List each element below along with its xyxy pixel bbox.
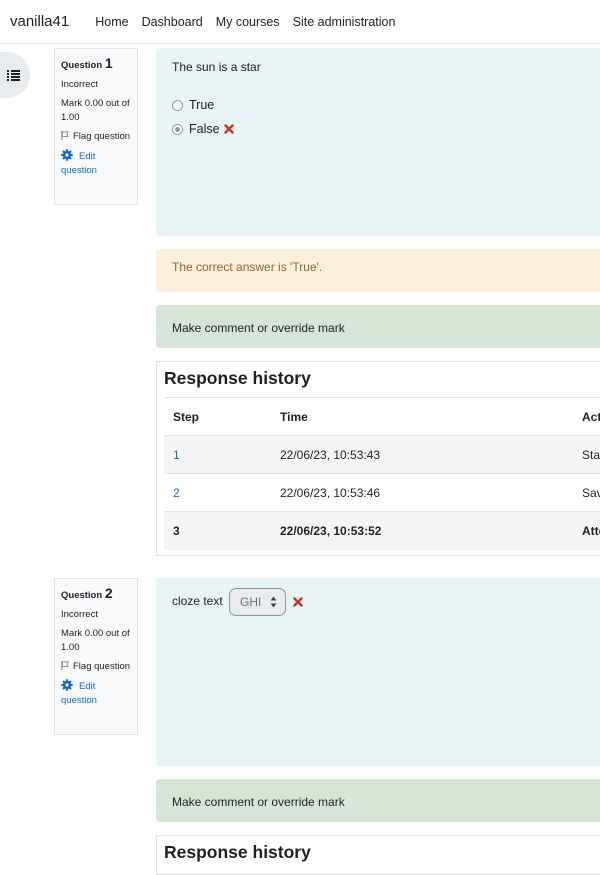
- nav-my-courses[interactable]: My courses: [216, 15, 280, 29]
- column-action: Act: [573, 397, 600, 436]
- nav-dashboard[interactable]: Dashboard: [142, 15, 203, 29]
- response-history-title: Response history: [164, 842, 311, 862]
- question-2-info: Question 2 Incorrect Mark 0.00 out of 1.…: [54, 578, 138, 735]
- question-mark: Mark 0.00 out of 1.00: [61, 628, 130, 653]
- response-history-title: Response history: [164, 368, 311, 388]
- answer-option-false[interactable]: False: [172, 122, 600, 136]
- step-link[interactable]: 2: [164, 473, 271, 512]
- top-navbar: vanilla41 Home Dashboard My courses Site…: [0, 0, 600, 44]
- gear-icon: [61, 149, 73, 161]
- question-2-comment-link[interactable]: Make comment or override mark: [156, 779, 600, 822]
- question-mark: Mark 0.00 out of 1.00: [61, 98, 130, 123]
- step-action: Sav: [573, 473, 600, 512]
- course-index-toggle[interactable]: [0, 52, 30, 98]
- step-2-link[interactable]: 2: [173, 486, 180, 500]
- response-history-table: Step Time Act 1 22/06/23, 10:53:43 Sta 2…: [164, 397, 600, 550]
- nav-home[interactable]: Home: [95, 15, 128, 29]
- cloze-answer-select[interactable]: GHI: [229, 588, 287, 616]
- gear-icon: [61, 679, 73, 691]
- flag-icon: [61, 131, 69, 140]
- radio-true[interactable]: [172, 99, 183, 111]
- question-state: Incorrect: [61, 79, 98, 90]
- table-row: 2 22/06/23, 10:53:46 Sav: [164, 473, 600, 512]
- edit-question-link[interactable]: Edit question: [61, 679, 131, 708]
- incorrect-cross-icon: [293, 597, 304, 607]
- radio-false[interactable]: [172, 123, 183, 135]
- step-time: 22/06/23, 10:53:52: [271, 511, 573, 550]
- question-1-formulation: The sun is a star True False: [156, 48, 600, 236]
- step-action: Sta: [573, 435, 600, 474]
- question-number: Question 1: [61, 55, 113, 71]
- question-1-info: Question 1 Incorrect Mark 0.00 out of 1.…: [54, 48, 138, 205]
- primary-navigation: Home Dashboard My courses Site administr…: [95, 15, 408, 29]
- table-row: 1 22/06/23, 10:53:43 Sta: [164, 435, 600, 474]
- flag-question-link[interactable]: Flag question: [61, 660, 131, 674]
- site-brand[interactable]: vanilla41: [10, 13, 69, 30]
- flag-question-link[interactable]: Flag question: [61, 130, 131, 144]
- question-2-formulation: cloze text GHI: [156, 578, 600, 766]
- answer-option-true[interactable]: True: [172, 98, 600, 112]
- step-1-link[interactable]: 1: [173, 448, 180, 462]
- question-number: Question 2: [61, 585, 113, 601]
- step-current: 3: [164, 511, 271, 550]
- select-arrows-icon: [270, 596, 277, 608]
- question-text: cloze text: [172, 594, 223, 609]
- flag-icon: [61, 661, 69, 670]
- nav-site-administration[interactable]: Site administration: [293, 15, 396, 29]
- table-row: 3 22/06/23, 10:53:52 Atte: [164, 511, 600, 550]
- step-time: 22/06/23, 10:53:46: [271, 473, 573, 512]
- question-2-response-history: Response history: [156, 835, 600, 875]
- select-value: GHI: [240, 595, 262, 609]
- step-link[interactable]: 1: [164, 435, 271, 474]
- step-action: Atte: [573, 511, 600, 550]
- incorrect-cross-icon: [223, 124, 234, 134]
- table-header-row: Step Time Act: [164, 397, 600, 436]
- question-1-feedback: The correct answer is 'True'.: [156, 249, 600, 292]
- column-time: Time: [271, 397, 573, 436]
- list-icon: [7, 69, 20, 81]
- edit-question-link[interactable]: Edit question: [61, 149, 131, 178]
- question-1-comment-link[interactable]: Make comment or override mark: [156, 305, 600, 348]
- column-step: Step: [164, 397, 271, 436]
- question-1-response-history: Response history Step Time Act 1 22/06/2…: [156, 361, 600, 556]
- step-time: 22/06/23, 10:53:43: [271, 435, 573, 474]
- question-state: Incorrect: [61, 609, 98, 620]
- question-text: The sun is a star: [172, 60, 261, 74]
